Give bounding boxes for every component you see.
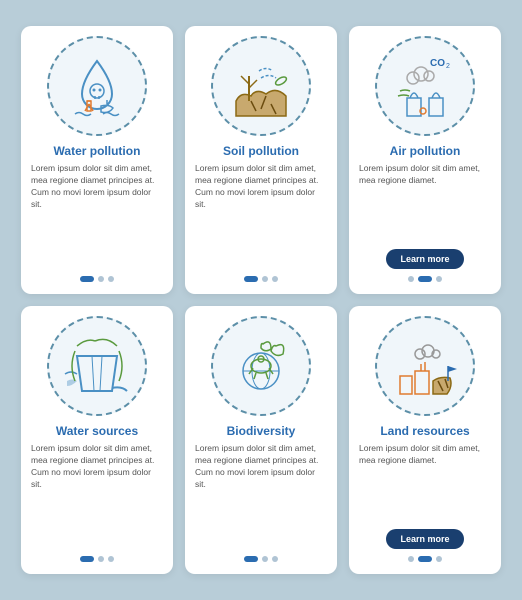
water-sources-text: Lorem ipsum dolor sit dim amet, mea regi… — [31, 443, 163, 549]
land-resources-dot-0[interactable] — [408, 556, 414, 562]
water-pollution-dot-1[interactable] — [98, 276, 104, 282]
air-pollution-dot-2[interactable] — [436, 276, 442, 282]
biodiversity-text: Lorem ipsum dolor sit dim amet, mea regi… — [195, 443, 327, 549]
water-sources-dot-1[interactable] — [98, 556, 104, 562]
land-resources-text: Lorem ipsum dolor sit dim amet, mea regi… — [359, 443, 491, 522]
water-pollution-dot-2[interactable] — [108, 276, 114, 282]
water-pollution-dots — [80, 276, 114, 282]
water-sources-dot-0[interactable] — [80, 556, 94, 562]
air-pollution-icon: CO 2 — [375, 36, 475, 136]
biodiversity-title: Biodiversity — [227, 424, 296, 438]
card-land-resources: Land resources Lorem ipsum dolor sit dim … — [349, 306, 501, 574]
svg-text:CO: CO — [430, 58, 445, 69]
water-pollution-dot-0[interactable] — [80, 276, 94, 282]
air-pollution-dots — [408, 276, 442, 282]
biodiversity-dot-2[interactable] — [272, 556, 278, 562]
land-resources-dots — [408, 556, 442, 562]
svg-text:2: 2 — [446, 63, 450, 70]
water-sources-title: Water sources — [56, 424, 138, 438]
cards-grid: Water pollution Lorem ipsum dolor sit dim… — [5, 10, 517, 590]
air-pollution-dot-1[interactable] — [418, 276, 432, 282]
land-resources-learn-more-button[interactable]: Learn more — [386, 529, 463, 549]
soil-pollution-title: Soil pollution — [223, 144, 299, 158]
soil-pollution-dots — [244, 276, 278, 282]
card-air-pollution: CO 2 Air pollution Lorem ipsum dolor sit … — [349, 26, 501, 294]
land-resources-dot-2[interactable] — [436, 556, 442, 562]
water-pollution-icon — [47, 36, 147, 136]
card-soil-pollution: Soil pollution Lorem ipsum dolor sit dim … — [185, 26, 337, 294]
soil-pollution-icon — [211, 36, 311, 136]
biodiversity-dot-1[interactable] — [262, 556, 268, 562]
biodiversity-dots — [244, 556, 278, 562]
soil-pollution-text: Lorem ipsum dolor sit dim amet, mea regi… — [195, 163, 327, 269]
air-pollution-dot-0[interactable] — [408, 276, 414, 282]
soil-pollution-dot-0[interactable] — [244, 276, 258, 282]
air-pollution-learn-more-button[interactable]: Learn more — [386, 249, 463, 269]
land-resources-dot-1[interactable] — [418, 556, 432, 562]
soil-pollution-dot-2[interactable] — [272, 276, 278, 282]
water-sources-dot-2[interactable] — [108, 556, 114, 562]
air-pollution-title: Air pollution — [390, 144, 461, 158]
soil-pollution-dot-1[interactable] — [262, 276, 268, 282]
land-resources-title: Land resources — [380, 424, 469, 438]
water-pollution-title: Water pollution — [54, 144, 141, 158]
card-water-pollution: Water pollution Lorem ipsum dolor sit dim… — [21, 26, 173, 294]
water-sources-icon — [47, 316, 147, 416]
water-pollution-text: Lorem ipsum dolor sit dim amet, mea regi… — [31, 163, 163, 269]
air-pollution-text: Lorem ipsum dolor sit dim amet, mea regi… — [359, 163, 491, 242]
land-resources-icon — [375, 316, 475, 416]
biodiversity-icon — [211, 316, 311, 416]
card-water-sources: Water sources Lorem ipsum dolor sit dim a… — [21, 306, 173, 574]
biodiversity-dot-0[interactable] — [244, 556, 258, 562]
card-biodiversity: Biodiversity Lorem ipsum dolor sit dim am… — [185, 306, 337, 574]
water-sources-dots — [80, 556, 114, 562]
